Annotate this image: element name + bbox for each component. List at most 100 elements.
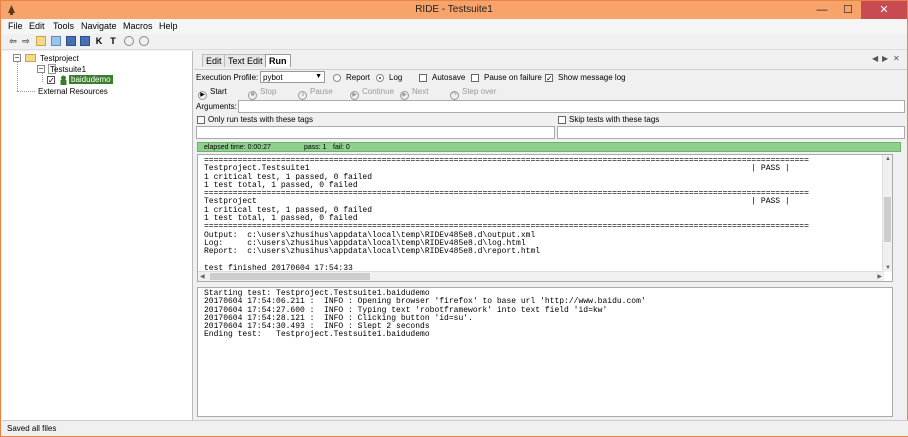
open-folder-icon[interactable] [36, 36, 46, 46]
step-over-label: Step over [462, 87, 497, 96]
save-icon[interactable] [66, 36, 76, 46]
console-vertical-scrollbar[interactable]: ▲ ▼ [882, 155, 892, 272]
autosave-label: Autosave [432, 73, 466, 82]
status-bar: Saved all files [2, 420, 908, 436]
scroll-up-icon[interactable]: ▲ [885, 156, 891, 162]
scroll-down-icon[interactable]: ▼ [885, 265, 891, 271]
pause-on-failure-checkbox[interactable] [471, 74, 479, 82]
execution-profile-select[interactable]: pybot ▼ [260, 71, 325, 83]
step-over-icon: ↷ [450, 91, 459, 100]
elapsed-time: elapsed time: 0:00:27 [204, 144, 271, 151]
pause-label: Pause [310, 87, 333, 96]
minimize-button[interactable]: — [809, 1, 835, 19]
only-run-tags-label: Only run tests with these tags [208, 115, 313, 124]
report-label: Report [346, 73, 371, 82]
menu-tools[interactable]: Tools [53, 21, 74, 31]
stop-button[interactable]: ■ Stop [248, 87, 276, 100]
expand-toggle-testproject[interactable]: − [13, 54, 21, 62]
arguments-row: Arguments: [194, 100, 907, 114]
pass-count: pass: 1 [304, 144, 327, 151]
menu-file[interactable]: File [8, 21, 23, 31]
test-checkbox[interactable]: ✓ [47, 76, 55, 85]
pause-button[interactable]: ॥ Pause [298, 87, 333, 100]
start-label: Start [210, 87, 227, 96]
log-label: Log [389, 73, 403, 82]
arguments-input[interactable] [238, 100, 905, 113]
maximize-button[interactable]: ☐ [835, 1, 861, 19]
tab-scroll-right-icon[interactable]: ▶ [882, 54, 888, 63]
editor-pane: Edit Text Edit Run ◀ ▶ ✕ Execution Profi… [194, 51, 907, 420]
menu-help[interactable]: Help [159, 21, 178, 31]
folder-icon [25, 54, 36, 62]
robot-test-icon [60, 75, 67, 85]
menu-bar: File Edit Tools Navigate Macros Help [1, 19, 907, 34]
console-horizontal-scrollbar[interactable]: ◀ ▶ [198, 271, 884, 281]
scrollbar-thumb[interactable] [884, 197, 891, 242]
keyword-search-icon[interactable]: K [94, 36, 104, 46]
log-option[interactable] [376, 74, 384, 82]
tab-scroll-left-icon[interactable]: ◀ [872, 54, 878, 63]
skip-tags-input[interactable] [557, 126, 905, 139]
close-button[interactable]: ✕ [861, 1, 907, 19]
tree-line [17, 91, 35, 92]
tab-edit[interactable]: Edit [202, 54, 226, 67]
menu-macros[interactable]: Macros [123, 21, 153, 31]
stop-icon[interactable] [139, 36, 149, 46]
toolbar: ⇦ ⇨ K T [1, 34, 907, 50]
continue-button[interactable]: ▶ Continue [350, 87, 394, 100]
continue-label: Continue [362, 87, 395, 96]
tab-close-icon[interactable]: ✕ [893, 54, 900, 63]
title-bar[interactable]: RIDE - Testsuite1 — ☐ ✕ [1, 1, 907, 19]
expand-toggle-testsuite1[interactable]: − [37, 65, 45, 73]
scrollbar-thumb[interactable] [210, 273, 370, 280]
start-button[interactable]: ▶ Start [198, 87, 227, 100]
console-output[interactable]: ========================================… [197, 154, 893, 282]
run-progress-bar: elapsed time: 0:00:27 pass: 1 fail: 0 [197, 142, 901, 152]
show-message-log-checkbox[interactable]: ✓ [545, 74, 553, 83]
message-log-text: Starting test: Testproject.Testsuite1.ba… [204, 289, 646, 340]
tree-line [17, 61, 18, 91]
play-icon: ▶ [198, 91, 207, 100]
tab-run[interactable]: Run [265, 54, 291, 67]
only-run-tags-checkbox[interactable] [197, 116, 205, 124]
tree-node-baidudemo[interactable]: baidudemo [69, 75, 113, 84]
autosave-checkbox[interactable] [419, 74, 427, 82]
next-label: Next [412, 87, 429, 96]
chevron-down-icon: ▼ [315, 73, 322, 80]
stop-label: Stop [260, 87, 277, 96]
window-title: RIDE - Testsuite1 [415, 4, 493, 15]
scroll-right-icon[interactable]: ▶ [877, 273, 882, 280]
back-arrow-icon[interactable]: ⇦ [8, 36, 18, 46]
forward-arrow-icon[interactable]: ⇨ [21, 36, 31, 46]
scroll-left-icon[interactable]: ◀ [200, 273, 205, 280]
next-icon: ▶ [400, 91, 409, 100]
pause-icon: ॥ [298, 91, 307, 100]
menu-navigate[interactable]: Navigate [81, 21, 117, 31]
message-log[interactable]: Starting test: Testproject.Testsuite1.ba… [197, 287, 893, 417]
test-tag-icon[interactable]: T [108, 36, 118, 46]
console-output-text: ========================================… [204, 156, 809, 273]
arguments-label: Arguments: [196, 102, 237, 111]
save-all-icon[interactable] [80, 36, 90, 46]
open-directory-icon[interactable] [51, 36, 61, 46]
skip-tags-checkbox[interactable] [558, 116, 566, 124]
execution-profile-value: pybot [263, 73, 283, 82]
report-option[interactable] [333, 74, 341, 82]
tab-text-edit[interactable]: Text Edit [224, 54, 267, 67]
menu-edit[interactable]: Edit [29, 21, 45, 31]
run-icon[interactable] [124, 36, 134, 46]
only-run-tags-input[interactable] [196, 126, 555, 139]
tree-node-external-resources[interactable]: External Resources [38, 87, 108, 96]
show-message-log-label: Show message log [558, 73, 626, 82]
stop-icon: ■ [248, 91, 257, 100]
step-over-button[interactable]: ↷ Step over [450, 87, 496, 100]
tag-filter-row: Only run tests with these tags Skip test… [194, 114, 907, 126]
tree-node-testproject[interactable]: Testproject [40, 54, 79, 63]
profile-row: Execution Profile: pybot ▼ Report Log Au… [194, 69, 907, 84]
pause-on-failure-label: Pause on failure [484, 73, 542, 82]
fail-count: fail: 0 [333, 144, 350, 151]
tree-node-testsuite1[interactable]: Testsuite1 [50, 65, 86, 74]
status-text: Saved all files [7, 424, 57, 433]
next-button[interactable]: ▶ Next [400, 87, 428, 100]
execution-profile-label: Execution Profile: [196, 73, 259, 82]
